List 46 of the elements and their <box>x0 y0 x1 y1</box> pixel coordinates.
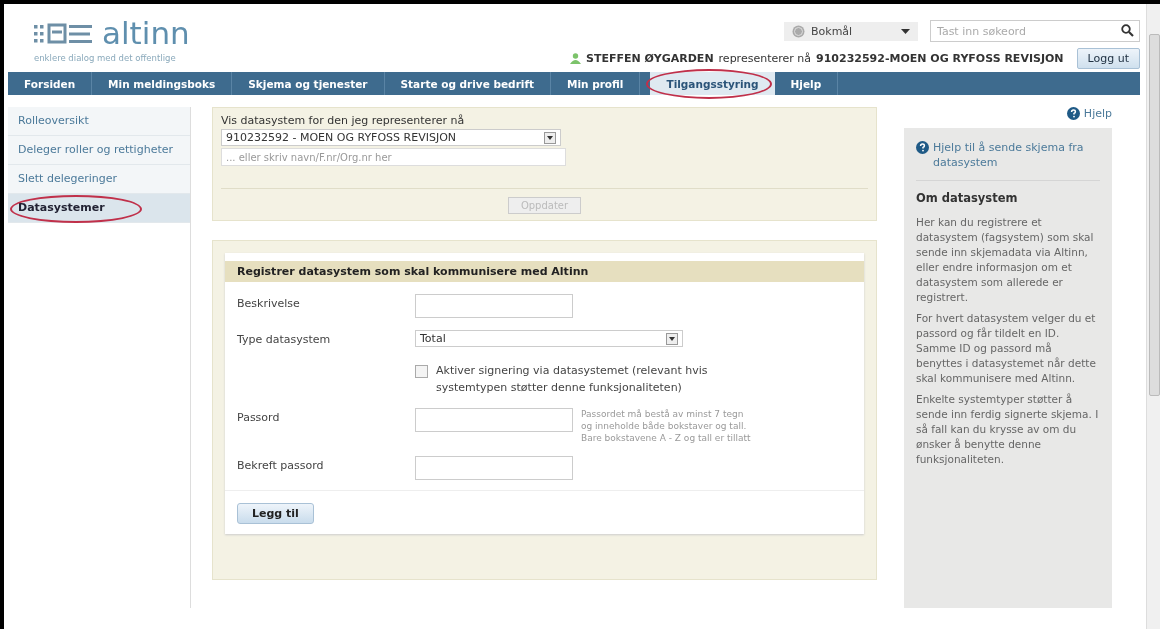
user-name: STEFFEN ØYGARDEN <box>586 52 714 65</box>
password-hint: Passordet må bestå av minst 7 tegn og inneholde både bokstaver og tall. Bare bokstavene A - Z og tall er tillatt <box>581 408 751 444</box>
input-field[interactable] <box>415 456 573 480</box>
represents-text: representerer nå <box>718 52 811 65</box>
sidebar-item[interactable]: Slett delegeringer <box>8 165 190 194</box>
nav-tab[interactable]: Hjelp <box>774 72 839 95</box>
caret-icon <box>901 28 910 34</box>
help-link[interactable]: Hjelp <box>1083 107 1112 120</box>
organization-name: 910232592-MOEN OG RYFOSS REVISJON <box>816 52 1064 65</box>
input-field[interactable] <box>415 294 573 318</box>
type-dropdown[interactable]: Total <box>415 330 683 347</box>
sidebar-item[interactable]: Datasystemer <box>8 194 190 223</box>
nav-tab[interactable]: Starte og drive bedrift <box>384 72 551 95</box>
logout-button[interactable]: Logg ut <box>1076 48 1140 69</box>
selector-label: Vis datasystem for den jeg representerer nå <box>221 114 466 127</box>
field-label: Type datasystem <box>237 332 332 346</box>
field-label: Passord <box>237 410 281 424</box>
nav-tab[interactable]: Min profil <box>551 72 641 95</box>
search-field[interactable]: Tast inn søkeord <box>930 20 1140 42</box>
organization-dropdown[interactable]: 910232592 - MOEN OG RYFOSS REVISJON <box>221 129 561 146</box>
nav-tab[interactable]: Skjema og tjenester <box>232 72 385 95</box>
search-icon <box>1121 24 1134 37</box>
tagline: enklere dialog med det offentlige <box>34 53 177 63</box>
checkbox[interactable] <box>415 365 428 378</box>
sidebar-item[interactable]: Deleger roller og rettigheter <box>8 136 190 165</box>
help-icon <box>916 141 929 154</box>
form-title: Registrer datasystem som skal kommunisere med Altinn <box>225 261 864 282</box>
add-button[interactable]: Legg til <box>237 503 314 524</box>
user-icon <box>570 53 582 64</box>
logo-text: altinn <box>102 18 190 49</box>
help-paragraph: Enkelte systemtyper støtter å sende inn ferdig signerte skjema. I så fall kan du krysse av om du ønsker å benytte denne funksjonaliteten. <box>916 392 1100 467</box>
help-icon <box>1066 107 1080 120</box>
help-paragraph: For hvert datasystem velger du et passord og får tildelt en ID. Samme ID og passord må benyttes i datasystemet når dette skal kommunisere med Altinn. <box>916 311 1097 386</box>
language-dropdown[interactable]: Bokmål <box>784 21 918 41</box>
input-field[interactable] <box>415 408 573 432</box>
field-label: Bekreft passord <box>237 458 325 472</box>
nav-tab[interactable]: Min meldingsboks <box>92 72 233 95</box>
checkbox-label: Aktiver signering via datasystemet (relevant hvis systemtypen støtter denne funksjonaliteten) <box>436 363 709 396</box>
search-field[interactable]: ... eller skriv navn/F.nr/Org.nr her <box>221 148 566 166</box>
logo-icon <box>34 21 94 46</box>
help-link[interactable]: Hjelp til å sende skjema fra datasystem <box>933 140 1100 170</box>
sidebar-item[interactable]: Rolleoversikt <box>8 107 190 136</box>
help-heading: Om datasystem <box>916 191 1019 205</box>
help-paragraph: Her kan du registrere et datasystem (fagsystem) som skal sende inn skjemadata via Altinn, eller endre informasjon om et datasystem som allerede er registrert. <box>916 215 1095 305</box>
field-label: Beskrivelse <box>237 296 301 310</box>
nav-tab[interactable]: Forsiden <box>8 72 93 95</box>
